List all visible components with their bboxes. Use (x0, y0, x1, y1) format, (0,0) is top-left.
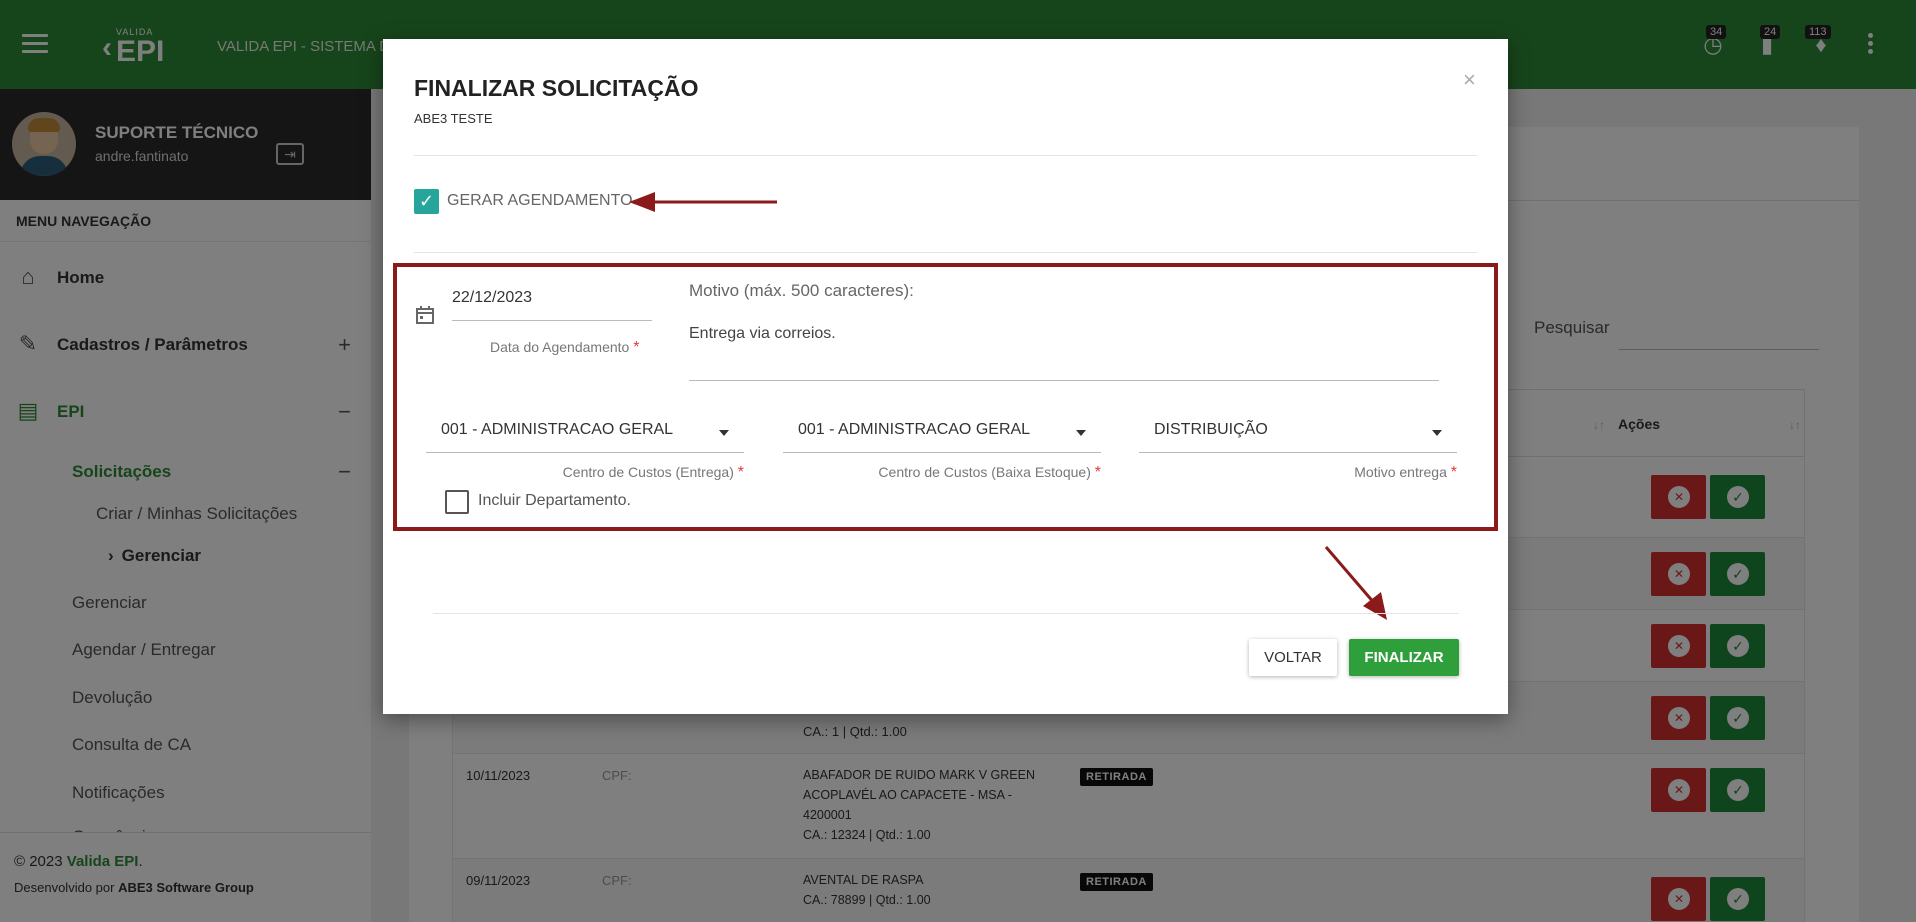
select-value: 001 - ADMINISTRACAO GERAL (798, 421, 1031, 438)
motivo-underline (689, 380, 1439, 381)
cc-baixa-select[interactable]: 001 - ADMINISTRACAO GERAL (783, 417, 1101, 453)
divider (414, 252, 1477, 253)
close-icon[interactable]: × (1463, 67, 1476, 93)
cc-entrega-label-text: Centro de Custos (Entrega) (562, 464, 734, 480)
select-value: DISTRIBUIÇÃO (1154, 421, 1268, 438)
required-mark: * (1094, 464, 1101, 481)
caret-down-icon (1432, 430, 1442, 436)
gerar-agendamento-label[interactable]: GERAR AGENDAMENTO (447, 192, 633, 210)
cc-baixa-label: Centro de Custos (Baixa Estoque) * (783, 464, 1101, 482)
incluir-departamento-label[interactable]: Incluir Departamento. (478, 492, 631, 510)
modal-subtitle: ABE3 TESTE (414, 111, 493, 126)
divider (414, 155, 1477, 156)
motivo-label: Motivo (máx. 500 caracteres): (689, 281, 914, 300)
date-input-underline (452, 320, 652, 321)
annotation-arrow-left (629, 192, 777, 212)
select-value: 001 - ADMINISTRACAO GERAL (441, 421, 674, 438)
cc-entrega-select[interactable]: 001 - ADMINISTRACAO GERAL (426, 417, 744, 453)
date-label-text: Data do Agendamento (490, 339, 630, 355)
gerar-agendamento-checkbox[interactable]: ✓ (414, 189, 439, 214)
motivo-textarea[interactable]: Entrega via correios. (689, 325, 836, 343)
annotation-arrow-diagonal (1324, 546, 1387, 620)
caret-down-icon (1076, 430, 1086, 436)
modal-title: FINALIZAR SOLICITAÇÃO (414, 75, 699, 101)
divider (433, 613, 1459, 614)
date-input[interactable]: 22/12/2023 (452, 289, 532, 307)
motivo-entrega-label-text: Motivo entrega (1354, 464, 1447, 480)
finalizar-button[interactable]: FINALIZAR (1349, 639, 1459, 676)
voltar-button[interactable]: VOLTAR (1249, 639, 1337, 676)
calendar-icon[interactable] (415, 305, 435, 325)
finalizar-solicitacao-modal: FINALIZAR SOLICITAÇÃO ABE3 TESTE × ✓ GER… (383, 39, 1508, 714)
motivo-entrega-label: Motivo entrega * (1139, 464, 1457, 482)
cc-entrega-label: Centro de Custos (Entrega) * (426, 464, 744, 482)
incluir-departamento-checkbox[interactable] (445, 490, 469, 514)
required-mark: * (633, 339, 640, 356)
motivo-entrega-select[interactable]: DISTRIBUIÇÃO (1139, 417, 1457, 453)
cc-baixa-label-text: Centro de Custos (Baixa Estoque) (878, 464, 1091, 480)
required-mark: * (1450, 464, 1457, 481)
date-label: Data do Agendamento * (490, 339, 639, 357)
caret-down-icon (719, 430, 729, 436)
required-mark: * (737, 464, 744, 481)
annotation-highlight-box (393, 263, 1498, 531)
